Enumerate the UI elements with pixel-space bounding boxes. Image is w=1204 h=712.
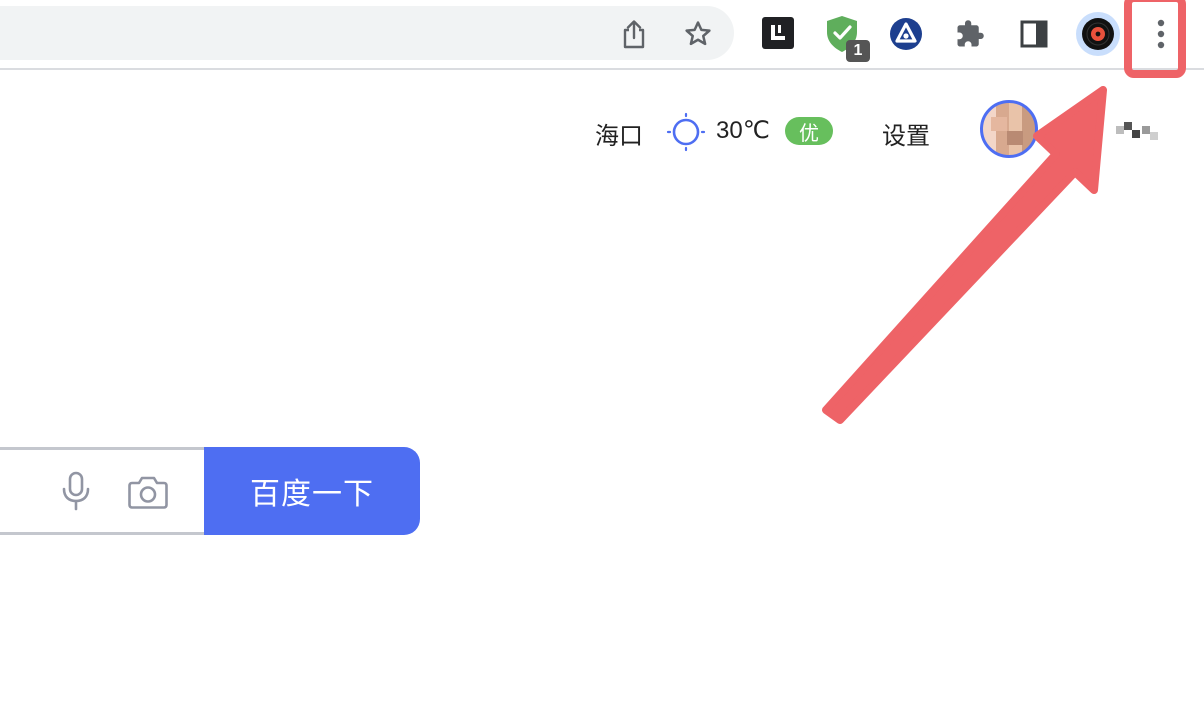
shield-check-icon[interactable]: 1 <box>822 12 870 62</box>
puzzle-icon[interactable] <box>950 14 990 54</box>
side-panel-icon[interactable] <box>1014 14 1054 54</box>
search-input[interactable] <box>0 447 214 535</box>
extension-badge: 1 <box>846 40 870 62</box>
triangle-circle-icon[interactable] <box>886 14 926 54</box>
bookmark-star-icon[interactable] <box>678 14 718 54</box>
toolbar-divider <box>0 68 1204 70</box>
weather-temperature[interactable]: 30℃ <box>716 116 770 145</box>
user-avatar[interactable] <box>980 100 1038 158</box>
search-button[interactable]: 百度一下 <box>204 447 420 535</box>
camera-icon[interactable] <box>126 472 170 512</box>
settings-link[interactable]: 设置 <box>882 116 930 151</box>
annotation-highlight-box <box>1124 0 1186 78</box>
microphone-icon[interactable] <box>56 470 96 512</box>
extension-l-icon[interactable] <box>762 17 794 49</box>
browser-toolbar: 1 <box>0 0 1204 68</box>
share-icon[interactable] <box>614 14 654 54</box>
sun-icon[interactable] <box>666 112 706 152</box>
air-quality-badge[interactable]: 优 <box>785 117 833 145</box>
weather-city[interactable]: 海口 <box>595 116 643 151</box>
username-blurred[interactable] <box>1116 120 1160 140</box>
profile-avatar-icon[interactable] <box>1076 12 1120 56</box>
